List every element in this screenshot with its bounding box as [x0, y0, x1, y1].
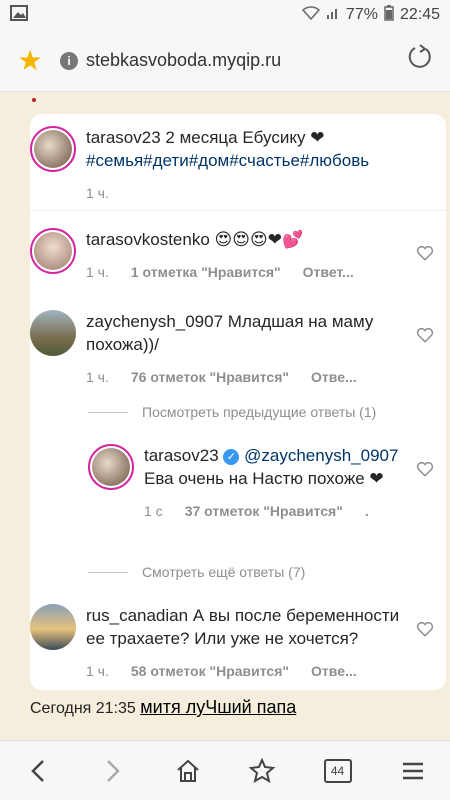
bookmark-star-icon[interactable]: ★ [0, 44, 60, 77]
reply-text: Ева очень на Настю похоже ❤ [144, 469, 384, 488]
browser-toolbar: ★ i stebkasvoboda.myqip.ru [0, 30, 450, 92]
reply-time: 1 с [144, 503, 163, 519]
comment-time: 1 ч. [86, 264, 109, 280]
red-dot [32, 98, 36, 102]
comment-item: zaychenysh_0907 Младшая на маму похожа))… [30, 310, 430, 389]
caption-username[interactable]: tarasov23 [86, 128, 161, 147]
post-footer: Сегодня 21:35 митя луЧший папа [30, 697, 296, 718]
reply-button[interactable]: Отве... [311, 660, 357, 683]
gallery-icon [10, 4, 302, 26]
like-heart-icon[interactable] [416, 460, 434, 478]
comment-username[interactable]: rus_canadian [86, 606, 188, 625]
reply-likes[interactable]: 37 отметок "Нравится" [185, 500, 343, 523]
forward-icon[interactable] [93, 751, 133, 791]
comment-time: 1 ч. [86, 369, 109, 385]
caption-hashtags[interactable]: #семья#дети#дом#счастье#любовь [86, 149, 369, 172]
page-content: tarasov23 2 месяца Ебусику ❤ #семья#дети… [0, 92, 450, 740]
tabs-count: 44 [330, 763, 345, 778]
like-heart-icon[interactable] [416, 244, 434, 262]
reload-icon[interactable] [390, 44, 450, 77]
reply-username[interactable]: tarasov23 [144, 446, 219, 465]
reply-button[interactable]: Ответ... [303, 261, 354, 284]
comment-username[interactable]: tarasovkostenko [86, 230, 210, 249]
caption-time: 1 ч. [86, 185, 109, 201]
comments-card: tarasov23 2 месяца Ебусику ❤ #семья#дети… [30, 114, 446, 690]
reply-mention[interactable]: @zaychenysh_0907 [244, 446, 398, 465]
clock: 22:45 [399, 6, 440, 23]
address-bar[interactable]: i stebkasvoboda.myqip.ru [60, 50, 390, 71]
browser-nav-bar: 44 [0, 740, 450, 800]
avatar[interactable] [30, 604, 76, 650]
reply-item: tarasov23 ✓ @zaychenysh_0907 Ева очень н… [88, 444, 428, 523]
comment-time: 1 ч. [86, 663, 109, 679]
avatar[interactable] [30, 310, 76, 356]
divider [30, 210, 446, 211]
status-bar: 77% 22:45 [0, 0, 450, 30]
avatar[interactable] [88, 444, 134, 490]
comment-username[interactable]: zaychenysh_0907 [86, 312, 223, 331]
comment-text: 😍😍😍❤💕 [214, 230, 304, 249]
tabs-icon[interactable]: 44 [318, 751, 358, 791]
url-text: stebkasvoboda.myqip.ru [86, 50, 282, 70]
comment-likes[interactable]: 76 отметок "Нравится" [131, 366, 289, 389]
comment-likes[interactable]: 58 отметок "Нравится" [131, 660, 289, 683]
post-caption: tarasov23 2 месяца Ебусику ❤ #семья#дети… [30, 126, 430, 205]
battery-percent: 77% [345, 6, 378, 23]
like-heart-icon[interactable] [416, 620, 434, 638]
bookmarks-icon[interactable] [243, 751, 283, 791]
post-date: Сегодня 21:35 [30, 700, 136, 717]
signal-icon [326, 6, 340, 25]
comment-likes[interactable]: 1 отметка "Нравится" [131, 261, 281, 284]
caption-text: 2 месяца Ебусику ❤ [165, 128, 325, 147]
comment-item: tarasovkostenko 😍😍😍❤💕 1 ч. 1 отметка "Нр… [30, 228, 430, 284]
view-previous-replies[interactable]: Посмотреть предыдущие ответы (1) [88, 404, 376, 420]
avatar[interactable] [30, 126, 76, 172]
menu-icon[interactable] [393, 751, 433, 791]
avatar[interactable] [30, 228, 76, 274]
view-more-replies[interactable]: Смотреть ещё ответы (7) [88, 564, 305, 580]
wifi-icon [301, 5, 320, 25]
verified-badge-icon: ✓ [223, 448, 240, 465]
comment-item: rus_canadian А вы после беременности ее … [30, 604, 430, 683]
like-heart-icon[interactable] [416, 326, 434, 344]
reply-button[interactable]: . [365, 500, 369, 523]
post-link[interactable]: митя луЧший папа [140, 697, 296, 717]
back-icon[interactable] [18, 751, 58, 791]
reply-button[interactable]: Отве... [311, 366, 357, 389]
site-info-icon[interactable]: i [60, 51, 78, 70]
home-icon[interactable] [168, 751, 208, 791]
battery-icon [384, 4, 394, 26]
